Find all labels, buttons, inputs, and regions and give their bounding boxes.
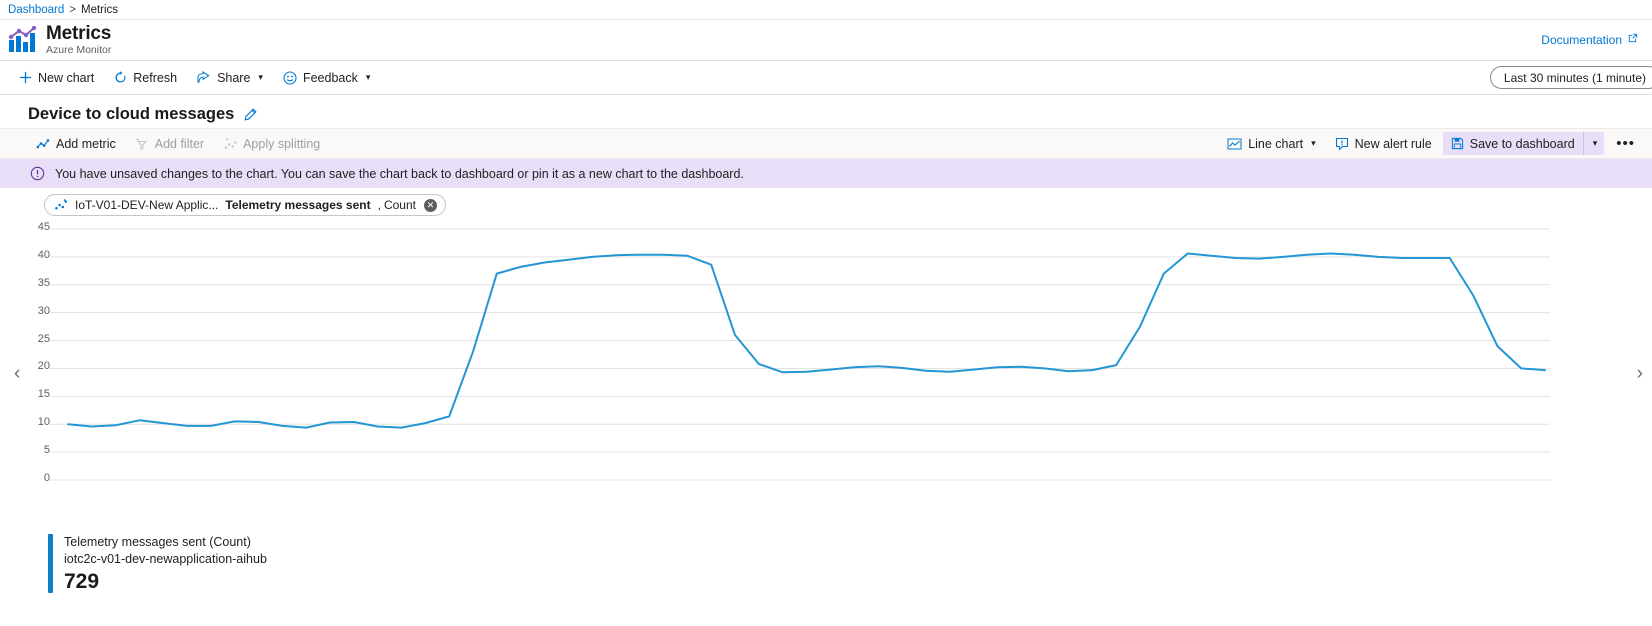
save-to-dashboard-label: Save to dashboard (1469, 136, 1575, 151)
save-to-dashboard-button[interactable]: Save to dashboard (1443, 133, 1583, 155)
new-chart-button[interactable]: New chart (10, 67, 103, 89)
legend-text: Telemetry messages sent (Count) iotc2c-v… (64, 534, 267, 593)
command-bar: New chart Refresh Share ▾ Feedback ▾ Las… (0, 61, 1652, 95)
time-range-picker[interactable]: Last 30 minutes (1 minute) (1489, 66, 1652, 89)
unsaved-changes-message: You have unsaved changes to the chart. Y… (55, 166, 744, 181)
chart-type-label: Line chart (1248, 136, 1304, 151)
chart-legend: Telemetry messages sent (Count) iotc2c-v… (0, 512, 1652, 593)
info-exclamation-icon (30, 166, 45, 181)
metric-pill[interactable]: IoT-V01-DEV-New Applic... Telemetry mess… (44, 194, 446, 216)
plus-icon (19, 71, 32, 84)
y-axis-tick-label: 35 (37, 276, 50, 289)
feedback-button[interactable]: Feedback ▾ (274, 67, 379, 89)
chart-title: Device to cloud messages (28, 105, 235, 123)
share-icon (197, 71, 211, 84)
breadcrumb-separator: > (69, 3, 76, 16)
y-axis-tick-label: 5 (43, 444, 50, 457)
metrics-bar-chart-icon (8, 25, 38, 54)
metric-name: Telemetry messages sent (225, 198, 371, 212)
metrics-line-chart[interactable] (0, 222, 1652, 512)
legend-resource-label: iotc2c-v01-dev-newapplication-aihub (64, 551, 267, 566)
unsaved-changes-banner: You have unsaved changes to the chart. Y… (0, 159, 1652, 188)
chevron-down-icon: ▾ (258, 72, 263, 82)
add-metric-label: Add metric (56, 136, 116, 151)
apply-splitting-button[interactable]: Apply splitting (215, 133, 328, 155)
add-metric-button[interactable]: Add metric (28, 133, 124, 155)
feedback-label: Feedback (302, 70, 358, 85)
y-axis-tick-label: 30 (37, 304, 50, 317)
add-metric-icon (36, 137, 50, 151)
refresh-icon (114, 71, 127, 84)
filter-icon (135, 137, 149, 151)
share-button[interactable]: Share ▾ (188, 67, 272, 89)
legend-value: 729 (64, 569, 100, 593)
documentation-link[interactable]: Documentation (1541, 33, 1638, 47)
chart-type-selector[interactable]: Line chart ▾ (1219, 133, 1323, 155)
time-range-label: Last 30 minutes (1 minute) (1503, 70, 1646, 85)
page-title: Metrics (46, 23, 112, 45)
metric-scope: IoT-V01-DEV-New Applic... (75, 198, 219, 212)
breadcrumb-current-metrics: Metrics (80, 3, 119, 16)
save-disk-icon (1451, 137, 1464, 150)
chart-title-row: Device to cloud messages (0, 95, 1652, 128)
chart-toolbar-right: Line chart ▾ New alert rule Save to dash… (1219, 132, 1644, 155)
new-alert-rule-button[interactable]: New alert rule (1327, 133, 1440, 155)
new-alert-rule-label: New alert rule (1354, 136, 1432, 151)
more-options-button[interactable]: ••• (1607, 135, 1644, 153)
chart-area: ‹ › 45 40 35 30 25 20 15 10 5 0 (0, 221, 1652, 512)
y-axis-tick-label: 40 (37, 248, 50, 261)
smiley-icon (283, 70, 297, 85)
page-subtitle: Azure Monitor (46, 43, 112, 56)
line-chart-icon (1227, 137, 1242, 151)
close-circle-icon[interactable]: ✕ (423, 198, 437, 212)
save-to-dashboard-group: Save to dashboard ▾ (1442, 132, 1605, 155)
legend-series-label: Telemetry messages sent (Count) (64, 535, 251, 549)
add-filter-button[interactable]: Add filter (127, 133, 212, 155)
y-axis-tick-label: 10 (37, 416, 50, 429)
add-filter-label: Add filter (154, 136, 205, 151)
chart-toolbar: Add metric Add filter Apply splitting Li… (0, 128, 1652, 159)
splitting-icon (223, 137, 237, 151)
chevron-down-icon: ▾ (365, 72, 371, 82)
metric-aggregation: , Count (377, 198, 416, 212)
share-label: Share (217, 70, 251, 85)
alert-icon (1335, 137, 1349, 151)
metric-pill-row: IoT-V01-DEV-New Applic... Telemetry mess… (0, 188, 1652, 222)
y-axis-tick-label: 45 (37, 221, 50, 233)
external-link-icon (1627, 33, 1638, 47)
refresh-label: Refresh (133, 70, 178, 85)
save-to-dashboard-dropdown[interactable]: ▾ (1582, 132, 1605, 155)
new-chart-label: New chart (38, 70, 95, 85)
y-axis-tick-label: 25 (37, 332, 50, 345)
documentation-label: Documentation (1541, 33, 1622, 47)
legend-color-swatch (48, 534, 53, 593)
page-header: Metrics Azure Monitor Documentation (0, 20, 1652, 61)
y-axis-tick-label: 15 (37, 388, 50, 401)
refresh-button[interactable]: Refresh (105, 67, 186, 89)
y-axis-tick-label: 20 (37, 360, 50, 373)
breadcrumb-link-dashboard[interactable]: Dashboard (8, 4, 64, 16)
metric-scatter-icon (54, 198, 68, 212)
breadcrumb: Dashboard > Metrics (0, 0, 1652, 20)
pencil-icon[interactable] (243, 107, 257, 122)
apply-splitting-label: Apply splitting (243, 136, 321, 151)
y-axis-tick-label: 0 (43, 472, 50, 484)
chevron-down-icon: ▾ (1311, 138, 1316, 148)
chevron-down-icon: ▾ (1592, 138, 1598, 148)
more-options-label: ••• (1616, 134, 1635, 152)
title-block: Metrics Azure Monitor (46, 24, 111, 56)
